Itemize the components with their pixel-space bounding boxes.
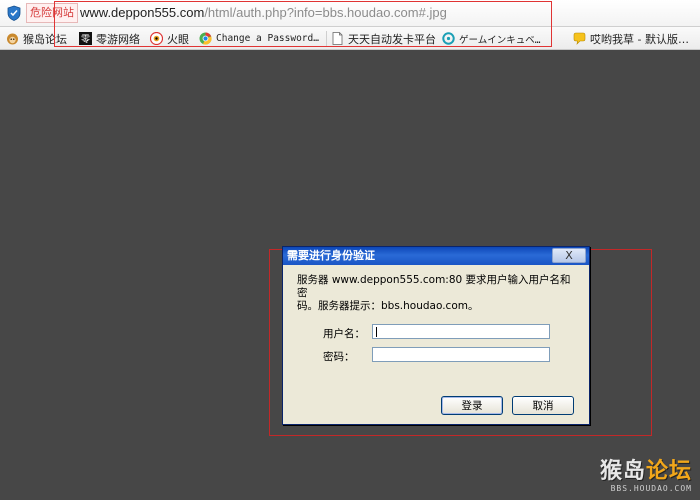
text-caret (376, 327, 377, 337)
login-button[interactable]: 登录 (441, 396, 503, 415)
watermark-text: 猴岛 (599, 459, 646, 484)
shield-icon[interactable] (6, 5, 22, 21)
dialog-message: 服务器 www.deppon555.com:80 要求用户输入用户名和密 码。服… (297, 274, 579, 313)
fire-eye-icon (150, 32, 163, 45)
bookmarks-bar: 猴岛论坛 零 零游网络 火眼 Change a Password… 天天自动发卡… (0, 27, 700, 50)
bubble-icon (573, 32, 586, 45)
bookmark-label: 哎哟我草 - 默认版… (590, 32, 689, 46)
url-field[interactable]: www.deppon555.com/html/auth.php?info=bbs… (80, 2, 552, 24)
username-label: 用户名： (323, 328, 365, 340)
bookmark-item[interactable]: 猴岛论坛 (6, 30, 67, 47)
bookmark-item[interactable]: Change a Password… (199, 30, 323, 47)
bookmark-item[interactable]: ゲームインキュベ… (442, 30, 564, 47)
password-field[interactable] (372, 347, 550, 362)
username-field[interactable] (372, 324, 550, 339)
bookmark-item[interactable]: 火眼 (150, 30, 189, 47)
password-label: 密码： (323, 351, 355, 363)
page-icon (332, 32, 343, 45)
dialog-title: 需要进行身份验证 (287, 249, 375, 262)
bookmark-label: 火眼 (167, 32, 189, 46)
url-path: /html/auth.php?info=bbs.houdao.com#.jpg (204, 5, 447, 20)
houdao-watermark: 猴岛论坛 BBS.HOUDAO.COM (600, 460, 692, 494)
bookmark-separator (326, 31, 327, 46)
close-button[interactable]: X (552, 248, 586, 263)
zero-game-icon: 零 (79, 32, 92, 45)
bookmark-label: Change a Password… (216, 33, 319, 44)
svg-text:零: 零 (81, 34, 90, 45)
watermark-logo: 猴岛论坛 (600, 460, 692, 484)
url-host: www.deppon555.com (80, 5, 205, 20)
address-bar: 危险网站 www.deppon555.com/html/auth.php?inf… (0, 0, 700, 27)
auth-dialog: 需要进行身份验证 X 服务器 www.deppon555.com:80 要求用户… (282, 246, 590, 425)
danger-site-badge[interactable]: 危险网站 (26, 3, 78, 23)
bookmark-label: ゲームインキュベ… (459, 34, 541, 46)
bookmark-item[interactable]: 哎哟我草 - 默认版… (573, 30, 697, 47)
watermark-text-accent: 论坛 (645, 459, 692, 484)
close-icon: X (565, 249, 573, 262)
message-line: 码。服务器提示：bbs.houdao.com。 (297, 300, 479, 312)
bookmark-label: 零游网络 (96, 32, 140, 46)
message-line: 服务器 www.deppon555.com:80 要求用户输入用户名和密 (297, 274, 571, 299)
cancel-button[interactable]: 取消 (512, 396, 574, 415)
monkey-icon (7, 33, 18, 45)
bookmark-label: 猴岛论坛 (23, 32, 67, 46)
bookmark-item[interactable]: 天天自动发卡平台 (331, 30, 436, 47)
dialog-titlebar[interactable]: 需要进行身份验证 X (283, 247, 589, 265)
bookmark-item[interactable]: 零 零游网络 (79, 30, 140, 47)
circle-icon (442, 32, 455, 45)
watermark-url: BBS.HOUDAO.COM (610, 484, 692, 493)
bookmark-label: 天天自动发卡平台 (348, 32, 436, 46)
chrome-icon (199, 32, 212, 45)
